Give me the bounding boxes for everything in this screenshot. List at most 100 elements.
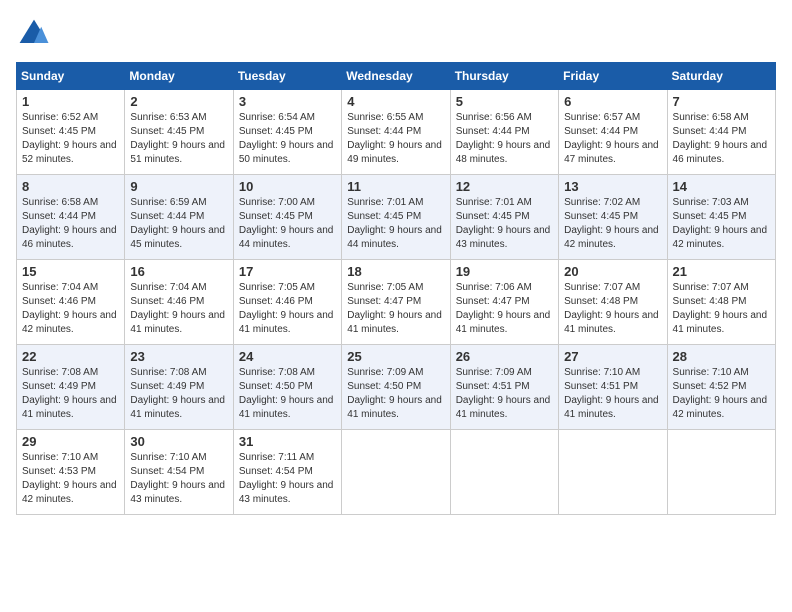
calendar-cell xyxy=(667,430,775,515)
day-number: 8 xyxy=(22,179,119,194)
day-info: Sunrise: 7:08 AMSunset: 4:49 PMDaylight:… xyxy=(22,367,117,420)
day-info: Sunrise: 7:01 AMSunset: 4:45 PMDaylight:… xyxy=(456,197,551,250)
day-info: Sunrise: 7:04 AMSunset: 4:46 PMDaylight:… xyxy=(22,282,117,335)
calendar-cell: 9 Sunrise: 6:59 AMSunset: 4:44 PMDayligh… xyxy=(125,175,233,260)
calendar-week-row: 1 Sunrise: 6:52 AMSunset: 4:45 PMDayligh… xyxy=(17,90,776,175)
day-info: Sunrise: 7:11 AMSunset: 4:54 PMDaylight:… xyxy=(239,452,334,505)
day-info: Sunrise: 6:54 AMSunset: 4:45 PMDaylight:… xyxy=(239,112,334,165)
day-info: Sunrise: 7:02 AMSunset: 4:45 PMDaylight:… xyxy=(564,197,659,250)
calendar-cell: 12 Sunrise: 7:01 AMSunset: 4:45 PMDaylig… xyxy=(450,175,558,260)
day-info: Sunrise: 6:53 AMSunset: 4:45 PMDaylight:… xyxy=(130,112,225,165)
calendar-cell: 26 Sunrise: 7:09 AMSunset: 4:51 PMDaylig… xyxy=(450,345,558,430)
day-info: Sunrise: 6:55 AMSunset: 4:44 PMDaylight:… xyxy=(347,112,442,165)
day-number: 26 xyxy=(456,349,553,364)
day-number: 28 xyxy=(673,349,770,364)
calendar-cell: 4 Sunrise: 6:55 AMSunset: 4:44 PMDayligh… xyxy=(342,90,450,175)
weekday-header: Thursday xyxy=(450,63,558,90)
weekday-header: Friday xyxy=(559,63,667,90)
calendar-cell: 24 Sunrise: 7:08 AMSunset: 4:50 PMDaylig… xyxy=(233,345,341,430)
day-number: 29 xyxy=(22,434,119,449)
day-info: Sunrise: 7:06 AMSunset: 4:47 PMDaylight:… xyxy=(456,282,551,335)
calendar-cell: 22 Sunrise: 7:08 AMSunset: 4:49 PMDaylig… xyxy=(17,345,125,430)
calendar-cell: 13 Sunrise: 7:02 AMSunset: 4:45 PMDaylig… xyxy=(559,175,667,260)
calendar-week-row: 8 Sunrise: 6:58 AMSunset: 4:44 PMDayligh… xyxy=(17,175,776,260)
calendar-cell: 15 Sunrise: 7:04 AMSunset: 4:46 PMDaylig… xyxy=(17,260,125,345)
day-info: Sunrise: 7:08 AMSunset: 4:49 PMDaylight:… xyxy=(130,367,225,420)
weekday-header: Tuesday xyxy=(233,63,341,90)
day-info: Sunrise: 7:03 AMSunset: 4:45 PMDaylight:… xyxy=(673,197,768,250)
day-number: 10 xyxy=(239,179,336,194)
day-info: Sunrise: 7:10 AMSunset: 4:53 PMDaylight:… xyxy=(22,452,117,505)
calendar-cell: 7 Sunrise: 6:58 AMSunset: 4:44 PMDayligh… xyxy=(667,90,775,175)
day-number: 17 xyxy=(239,264,336,279)
calendar-cell: 3 Sunrise: 6:54 AMSunset: 4:45 PMDayligh… xyxy=(233,90,341,175)
day-number: 30 xyxy=(130,434,227,449)
calendar-cell: 2 Sunrise: 6:53 AMSunset: 4:45 PMDayligh… xyxy=(125,90,233,175)
day-info: Sunrise: 7:05 AMSunset: 4:46 PMDaylight:… xyxy=(239,282,334,335)
weekday-header: Saturday xyxy=(667,63,775,90)
calendar-cell: 20 Sunrise: 7:07 AMSunset: 4:48 PMDaylig… xyxy=(559,260,667,345)
day-number: 11 xyxy=(347,179,444,194)
day-number: 27 xyxy=(564,349,661,364)
day-info: Sunrise: 7:05 AMSunset: 4:47 PMDaylight:… xyxy=(347,282,442,335)
calendar-cell: 19 Sunrise: 7:06 AMSunset: 4:47 PMDaylig… xyxy=(450,260,558,345)
calendar-header-row: SundayMondayTuesdayWednesdayThursdayFrid… xyxy=(17,63,776,90)
day-number: 20 xyxy=(564,264,661,279)
calendar-cell: 11 Sunrise: 7:01 AMSunset: 4:45 PMDaylig… xyxy=(342,175,450,260)
day-number: 12 xyxy=(456,179,553,194)
weekday-header: Monday xyxy=(125,63,233,90)
day-number: 24 xyxy=(239,349,336,364)
calendar-cell: 10 Sunrise: 7:00 AMSunset: 4:45 PMDaylig… xyxy=(233,175,341,260)
calendar-cell: 21 Sunrise: 7:07 AMSunset: 4:48 PMDaylig… xyxy=(667,260,775,345)
logo xyxy=(16,16,56,52)
calendar-cell: 6 Sunrise: 6:57 AMSunset: 4:44 PMDayligh… xyxy=(559,90,667,175)
calendar-cell: 27 Sunrise: 7:10 AMSunset: 4:51 PMDaylig… xyxy=(559,345,667,430)
day-number: 25 xyxy=(347,349,444,364)
day-number: 14 xyxy=(673,179,770,194)
day-info: Sunrise: 7:07 AMSunset: 4:48 PMDaylight:… xyxy=(564,282,659,335)
calendar-cell: 23 Sunrise: 7:08 AMSunset: 4:49 PMDaylig… xyxy=(125,345,233,430)
day-info: Sunrise: 7:09 AMSunset: 4:50 PMDaylight:… xyxy=(347,367,442,420)
day-number: 4 xyxy=(347,94,444,109)
day-number: 2 xyxy=(130,94,227,109)
calendar-cell: 1 Sunrise: 6:52 AMSunset: 4:45 PMDayligh… xyxy=(17,90,125,175)
page-header xyxy=(16,16,776,52)
calendar-week-row: 15 Sunrise: 7:04 AMSunset: 4:46 PMDaylig… xyxy=(17,260,776,345)
day-number: 9 xyxy=(130,179,227,194)
day-info: Sunrise: 7:10 AMSunset: 4:52 PMDaylight:… xyxy=(673,367,768,420)
day-info: Sunrise: 7:07 AMSunset: 4:48 PMDaylight:… xyxy=(673,282,768,335)
day-info: Sunrise: 7:10 AMSunset: 4:51 PMDaylight:… xyxy=(564,367,659,420)
day-number: 18 xyxy=(347,264,444,279)
calendar-cell: 17 Sunrise: 7:05 AMSunset: 4:46 PMDaylig… xyxy=(233,260,341,345)
day-info: Sunrise: 6:59 AMSunset: 4:44 PMDaylight:… xyxy=(130,197,225,250)
day-info: Sunrise: 7:00 AMSunset: 4:45 PMDaylight:… xyxy=(239,197,334,250)
day-info: Sunrise: 7:09 AMSunset: 4:51 PMDaylight:… xyxy=(456,367,551,420)
calendar-cell: 31 Sunrise: 7:11 AMSunset: 4:54 PMDaylig… xyxy=(233,430,341,515)
day-info: Sunrise: 6:58 AMSunset: 4:44 PMDaylight:… xyxy=(673,112,768,165)
day-number: 23 xyxy=(130,349,227,364)
day-info: Sunrise: 7:04 AMSunset: 4:46 PMDaylight:… xyxy=(130,282,225,335)
calendar-cell: 18 Sunrise: 7:05 AMSunset: 4:47 PMDaylig… xyxy=(342,260,450,345)
day-number: 6 xyxy=(564,94,661,109)
day-info: Sunrise: 6:52 AMSunset: 4:45 PMDaylight:… xyxy=(22,112,117,165)
day-number: 15 xyxy=(22,264,119,279)
day-number: 21 xyxy=(673,264,770,279)
day-number: 7 xyxy=(673,94,770,109)
day-info: Sunrise: 7:08 AMSunset: 4:50 PMDaylight:… xyxy=(239,367,334,420)
day-number: 31 xyxy=(239,434,336,449)
calendar-cell xyxy=(450,430,558,515)
day-number: 13 xyxy=(564,179,661,194)
calendar-week-row: 22 Sunrise: 7:08 AMSunset: 4:49 PMDaylig… xyxy=(17,345,776,430)
day-number: 1 xyxy=(22,94,119,109)
day-info: Sunrise: 6:57 AMSunset: 4:44 PMDaylight:… xyxy=(564,112,659,165)
day-info: Sunrise: 6:58 AMSunset: 4:44 PMDaylight:… xyxy=(22,197,117,250)
day-number: 5 xyxy=(456,94,553,109)
calendar-table: SundayMondayTuesdayWednesdayThursdayFrid… xyxy=(16,62,776,515)
calendar-cell: 29 Sunrise: 7:10 AMSunset: 4:53 PMDaylig… xyxy=(17,430,125,515)
calendar-week-row: 29 Sunrise: 7:10 AMSunset: 4:53 PMDaylig… xyxy=(17,430,776,515)
calendar-cell: 14 Sunrise: 7:03 AMSunset: 4:45 PMDaylig… xyxy=(667,175,775,260)
day-number: 22 xyxy=(22,349,119,364)
day-info: Sunrise: 7:01 AMSunset: 4:45 PMDaylight:… xyxy=(347,197,442,250)
calendar-cell xyxy=(559,430,667,515)
calendar-cell: 16 Sunrise: 7:04 AMSunset: 4:46 PMDaylig… xyxy=(125,260,233,345)
